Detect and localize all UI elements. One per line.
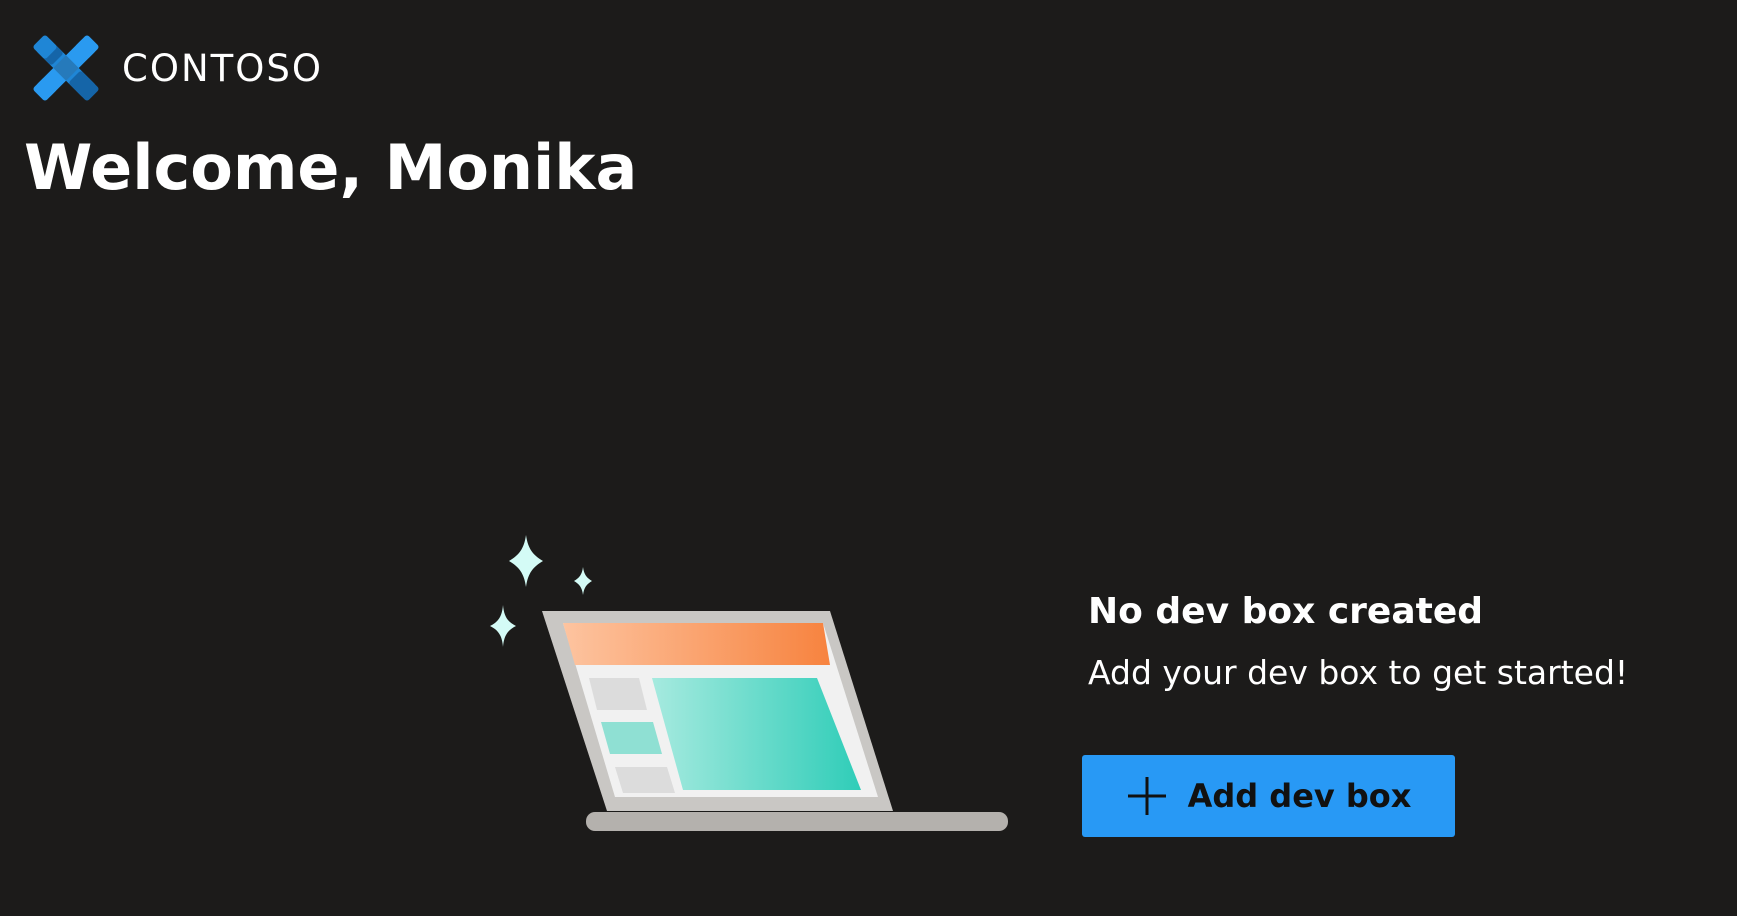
page-title: Welcome, Monika [24, 131, 638, 204]
contoso-logo-icon [33, 35, 99, 101]
add-dev-box-label: Add dev box [1187, 777, 1412, 815]
add-dev-box-button[interactable]: Add dev box [1082, 755, 1455, 837]
empty-state-panel: No dev box created Add your dev box to g… [1088, 590, 1628, 693]
plus-icon [1127, 777, 1166, 815]
laptop-illustration [490, 535, 1008, 831]
empty-state-subtitle: Add your dev box to get started! [1088, 653, 1629, 693]
empty-state-title: No dev box created [1088, 591, 1484, 632]
brand-header: CONTOSO [22, 26, 323, 110]
brand-name: CONTOSO [122, 46, 323, 90]
sparkle-icon [509, 535, 543, 587]
app-page: CONTOSO Welcome, Monika No dev box creat… [0, 0, 1737, 916]
sparkle-icon [574, 567, 592, 595]
sparkle-icon [490, 605, 516, 647]
